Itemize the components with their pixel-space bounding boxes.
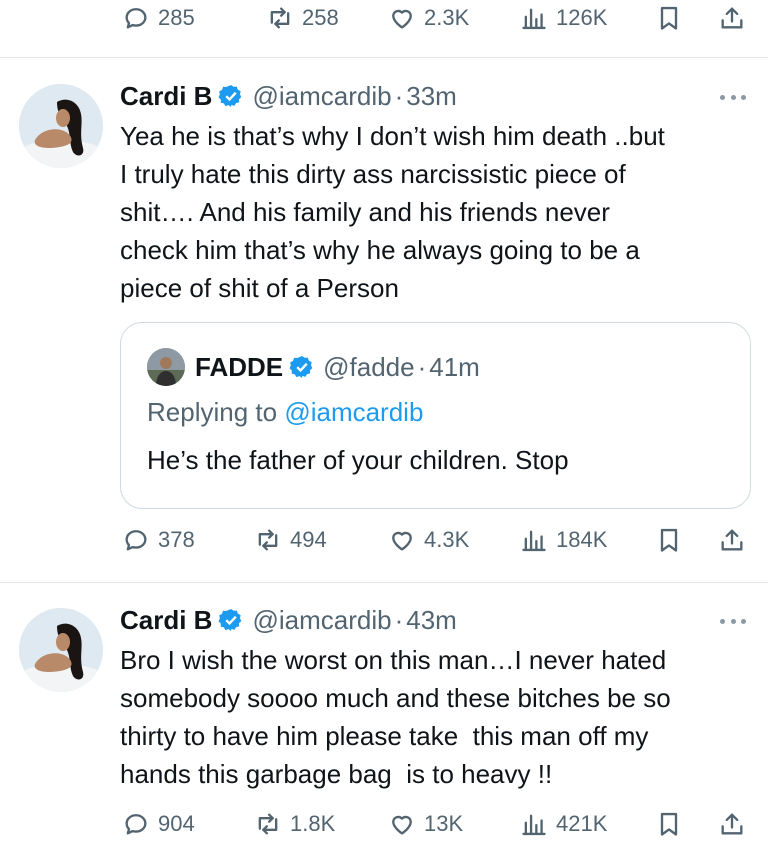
reply-button[interactable]: 285	[122, 0, 195, 40]
bookmark-button[interactable]	[655, 518, 683, 562]
share-icon	[718, 4, 746, 32]
quoted-tweet[interactable]: FADDE @fadde · 41m Replying to @iamcardi…	[120, 322, 751, 509]
share-button[interactable]	[718, 518, 746, 562]
retweet-button[interactable]: 494	[254, 518, 327, 562]
replying-to-label: Replying to	[147, 397, 278, 427]
tweet-text-line: Bro I wish the worst on this man…I never…	[120, 645, 667, 675]
tweet-text: Bro I wish the worst on this man…I never…	[120, 641, 750, 793]
reply-count: 378	[158, 527, 195, 552]
like-icon	[388, 4, 416, 32]
tweet-action-bar: 378 494 4.3K 184K	[0, 518, 768, 562]
bookmark-button[interactable]	[655, 0, 683, 40]
like-count: 13K	[424, 811, 464, 836]
more-icon[interactable]	[720, 616, 746, 626]
tweet-text: Yea he is that’s why I don’t wish him de…	[120, 117, 750, 307]
retweet-count: 1.8K	[290, 811, 336, 836]
share-button[interactable]	[718, 802, 746, 846]
tweet-action-bar: 904 1.8K 13K 421K	[0, 802, 768, 846]
tweet-text-line: I truly hate this dirty ass narcissistic…	[120, 159, 626, 189]
separator: ·	[394, 80, 404, 111]
views-button[interactable]: 126K	[520, 0, 607, 40]
views-icon	[520, 4, 548, 32]
views-icon	[520, 810, 548, 838]
reply-button[interactable]: 904	[122, 802, 195, 846]
tweet-text-line: piece of shit of a Person	[120, 273, 399, 303]
tweet-text-line: thirty to have him please take this man …	[120, 721, 649, 751]
verified-badge-icon	[218, 607, 244, 633]
bookmark-button[interactable]	[655, 802, 683, 846]
reply-button[interactable]: 378	[122, 518, 195, 562]
tweet-text-line: check him that’s why he always going to …	[120, 235, 640, 265]
quoted-tweet-header: FADDE @fadde · 41m	[147, 347, 480, 387]
retweet-count: 258	[302, 5, 339, 30]
bookmark-icon	[655, 810, 683, 838]
replying-to: Replying to @iamcardib	[147, 397, 423, 428]
like-icon	[388, 810, 416, 838]
author-name[interactable]: Cardi B	[120, 605, 212, 636]
like-button[interactable]: 2.3K	[388, 0, 469, 40]
quoted-timestamp: 41m	[429, 351, 480, 382]
reply-icon	[122, 810, 150, 838]
divider	[0, 57, 768, 58]
reply-count: 904	[158, 811, 195, 836]
tweet-text-line: somebody soooo much and these bitches be…	[120, 683, 671, 713]
retweet-icon	[266, 4, 294, 32]
share-icon	[718, 526, 746, 554]
timestamp[interactable]: 33m	[406, 81, 457, 112]
divider	[0, 582, 768, 583]
separator: ·	[394, 604, 404, 635]
reply-count: 285	[158, 5, 195, 30]
verified-badge-icon	[218, 83, 244, 109]
quoted-author-handle: @fadde	[323, 351, 415, 382]
views-button[interactable]: 184K	[520, 518, 607, 562]
views-count: 184K	[556, 527, 608, 552]
top-action-bar: 285 258 2.3K 126K	[0, 0, 768, 40]
avatar[interactable]	[19, 608, 103, 692]
more-icon[interactable]	[720, 92, 746, 102]
like-count: 2.3K	[424, 5, 470, 30]
retweet-icon	[254, 810, 282, 838]
like-count: 4.3K	[424, 527, 470, 552]
views-button[interactable]: 421K	[520, 802, 607, 846]
share-icon	[718, 810, 746, 838]
tweet-text-line: shit…. And his family and his friends ne…	[120, 197, 610, 227]
tweet-text-line: Yea he is that’s why I don’t wish him de…	[120, 121, 665, 151]
reply-icon	[122, 526, 150, 554]
separator: ·	[417, 351, 427, 382]
avatar[interactable]	[19, 84, 103, 168]
replying-to-link[interactable]: @iamcardib	[284, 397, 423, 427]
author-handle[interactable]: @iamcardib	[252, 605, 391, 636]
views-icon	[520, 526, 548, 554]
tweet-header: Cardi B @iamcardib · 43m	[120, 600, 457, 640]
reply-icon	[122, 4, 150, 32]
quoted-author-name: FADDE	[195, 351, 284, 382]
share-button[interactable]	[718, 0, 746, 40]
timestamp[interactable]: 43m	[406, 605, 457, 636]
retweet-button[interactable]: 1.8K	[254, 802, 335, 846]
retweet-button[interactable]: 258	[266, 0, 339, 40]
bookmark-icon	[655, 4, 683, 32]
tweet-header: Cardi B @iamcardib · 33m	[120, 76, 457, 116]
like-icon	[388, 526, 416, 554]
bookmark-icon	[655, 526, 683, 554]
verified-badge-icon	[289, 354, 315, 380]
views-count: 421K	[556, 811, 608, 836]
views-count: 126K	[556, 5, 608, 30]
author-handle[interactable]: @iamcardib	[252, 81, 391, 112]
retweet-icon	[254, 526, 282, 554]
like-button[interactable]: 13K	[388, 802, 463, 846]
like-button[interactable]: 4.3K	[388, 518, 469, 562]
retweet-count: 494	[290, 527, 327, 552]
quoted-avatar	[147, 348, 185, 386]
tweet-text-line: hands this garbage bag is to heavy !!	[120, 759, 553, 789]
author-name[interactable]: Cardi B	[120, 81, 212, 112]
quoted-tweet-text: He’s the father of your children. Stop	[147, 445, 569, 475]
